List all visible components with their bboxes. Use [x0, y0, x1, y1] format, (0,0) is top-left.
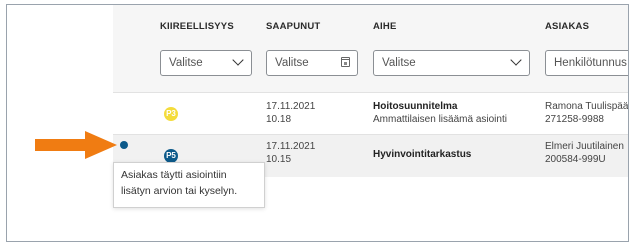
inbox-table: KIIREELLISYYS SAAPUNUT AIHE ASIAKAS Vali…: [113, 5, 628, 177]
customer-cell: Ramona Tuulispää 271258-9988: [545, 100, 628, 126]
urgency-filter-select[interactable]: Valitse: [160, 50, 252, 76]
tooltip-line-2: lisätyn arvion tai kyselyn.: [121, 185, 238, 197]
priority-badge: P5: [164, 149, 178, 163]
priority-badge: P3: [164, 107, 178, 121]
customer-name: Elmeri Juutilainen: [545, 141, 624, 152]
subject-title: Hyvinvointitarkastus: [373, 149, 472, 160]
subject-title: Hoitosuunnitelma: [373, 101, 458, 112]
calendar-icon[interactable]: [341, 57, 350, 67]
arrived-date: 17.11.2021: [266, 141, 316, 152]
arrived-filter-date[interactable]: Valitse: [266, 50, 358, 76]
filter-row: Valitse Valitse Valitse Henkilötunnus: [113, 45, 628, 85]
table-header: KIIREELLISYYS SAAPUNUT AIHE ASIAKAS: [113, 5, 628, 45]
arrived-time: 10.15: [266, 154, 292, 165]
subject-filter-select[interactable]: Valitse: [373, 50, 530, 76]
status-dot-icon[interactable]: [120, 141, 128, 149]
customer-name: Ramona Tuulispää: [545, 101, 629, 112]
screenshot-frame: KIIREELLISYYS SAAPUNUT AIHE ASIAKAS Vali…: [6, 4, 629, 242]
chevron-down-icon: [510, 54, 522, 66]
arrived-cell: 17.11.2021 10.15: [266, 140, 315, 166]
chevron-down-icon: [232, 54, 244, 66]
column-header-arrived[interactable]: SAAPUNUT: [266, 21, 320, 32]
column-header-subject[interactable]: AIHE: [373, 21, 397, 32]
arrow-right-icon: [35, 131, 117, 159]
subject-filter-value: Valitse: [382, 57, 416, 69]
column-header-customer[interactable]: ASIAKAS: [545, 21, 589, 32]
tooltip-line-1: Asiakas täytti asiointiin: [121, 169, 227, 181]
arrived-cell: 17.11.2021 10.18: [266, 100, 315, 126]
urgency-filter-value: Valitse: [169, 57, 203, 69]
subject-cell: Hyvinvointitarkastus: [373, 148, 471, 161]
subject-subtitle: Ammattilaisen lisäämä asiointi: [373, 114, 507, 125]
customer-id: 200584-999U: [545, 154, 606, 165]
status-tooltip: Asiakas täytti asiointiin lisätyn arvion…: [113, 162, 265, 208]
arrived-date: 17.11.2021: [266, 101, 316, 112]
customer-id-placeholder: Henkilötunnus: [554, 57, 627, 69]
subject-cell: Hoitosuunnitelma Ammattilaisen lisäämä a…: [373, 100, 507, 126]
customer-cell: Elmeri Juutilainen 200584-999U: [545, 140, 624, 166]
arrived-time: 10.18: [266, 114, 292, 125]
arrived-filter-value: Valitse: [275, 57, 309, 69]
column-header-urgency[interactable]: KIIREELLISYYS: [160, 21, 234, 32]
customer-id-input[interactable]: Henkilötunnus: [545, 50, 628, 76]
customer-id: 271258-9988: [545, 114, 604, 125]
table-row[interactable]: P3 17.11.2021 10.18 Hoitosuunnitelma Amm…: [113, 92, 628, 135]
